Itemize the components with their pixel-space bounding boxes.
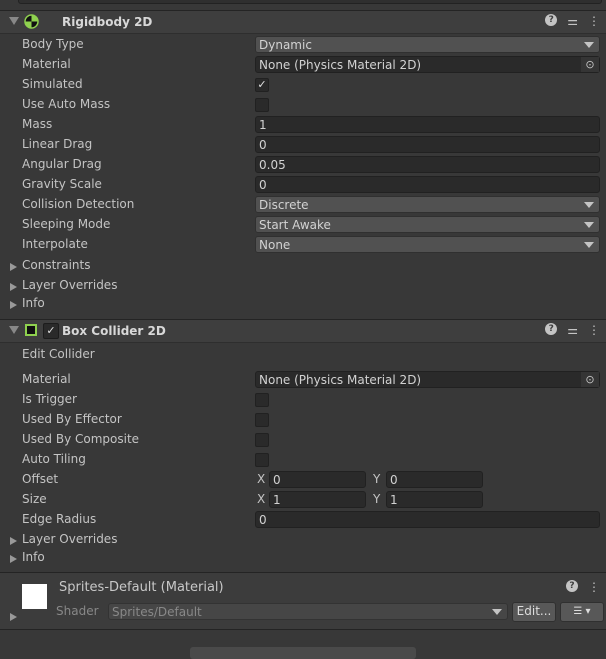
- offset-y-field[interactable]: 0: [386, 471, 483, 488]
- sleeping-mode-dropdown[interactable]: Start Awake: [255, 216, 600, 233]
- more-menu-icon[interactable]: ⋮: [588, 14, 600, 28]
- foldout-arrow-icon[interactable]: [10, 263, 17, 271]
- x-label: X: [257, 492, 266, 506]
- field-value: None (Physics Material 2D): [259, 373, 422, 387]
- field-label: Material: [22, 372, 71, 386]
- presets-icon[interactable]: ⚌: [567, 323, 578, 337]
- field-label: Use Auto Mass: [22, 97, 111, 111]
- edge-radius-field[interactable]: 0: [255, 511, 600, 528]
- field-value: 1: [259, 118, 267, 132]
- linear-drag-field[interactable]: 0: [255, 136, 600, 153]
- collision-detection-dropdown[interactable]: Discrete: [255, 196, 600, 213]
- shader-options-button[interactable]: ☰ ▾: [560, 602, 604, 622]
- boxcollider-header[interactable]: ✓ Box Collider 2D ? ⚌ ⋮: [0, 319, 606, 343]
- foldout-arrow-icon[interactable]: [10, 537, 17, 545]
- material-field[interactable]: None (Physics Material 2D) ⊙: [255, 56, 600, 73]
- edit-shader-button[interactable]: Edit...: [512, 602, 556, 622]
- foldout-arrow-icon[interactable]: [10, 555, 17, 563]
- field-value: Discrete: [259, 198, 309, 212]
- component-title: Rigidbody 2D: [62, 15, 153, 29]
- presets-icon[interactable]: ⚌: [567, 14, 578, 28]
- angular-drag-field[interactable]: 0.05: [255, 156, 600, 173]
- field-label: Angular Drag: [22, 157, 102, 171]
- size-label: Size: [22, 492, 47, 506]
- simulated-checkbox[interactable]: ✓: [255, 78, 269, 92]
- used-by-effector-checkbox[interactable]: [255, 413, 269, 427]
- field-label: Is Trigger: [22, 392, 77, 406]
- edit-collider-button[interactable]: Edit Collider: [22, 347, 95, 361]
- field-label: Material: [22, 57, 71, 71]
- x-label: X: [257, 472, 266, 486]
- edge-radius-label: Edge Radius: [22, 512, 97, 526]
- mass-field[interactable]: 1: [255, 116, 600, 133]
- auto-tiling-checkbox[interactable]: [255, 453, 269, 467]
- body-type-dropdown[interactable]: Dynamic: [255, 36, 600, 53]
- y-label: Y: [373, 492, 381, 506]
- field-label: Sleeping Mode: [22, 217, 111, 231]
- field-label: Gravity Scale: [22, 177, 102, 191]
- add-component-button[interactable]: [190, 647, 416, 659]
- more-menu-icon[interactable]: ⋮: [588, 323, 600, 337]
- enabled-checkbox[interactable]: ✓: [43, 323, 59, 339]
- top-field-remnant: [18, 0, 602, 4]
- object-picker-icon[interactable]: ⊙: [581, 57, 599, 72]
- field-value: Start Awake: [259, 218, 331, 232]
- shader-label: Shader: [56, 604, 99, 618]
- field-value: None (Physics Material 2D): [259, 58, 422, 72]
- material-field[interactable]: None (Physics Material 2D) ⊙: [255, 371, 600, 388]
- gravity-scale-field[interactable]: 0: [255, 176, 600, 193]
- field-label: Simulated: [22, 77, 83, 91]
- rigidbody-header[interactable]: Rigidbody 2D ? ⚌ ⋮: [0, 10, 606, 34]
- field-label: Mass: [22, 117, 53, 131]
- field-label: Linear Drag: [22, 137, 93, 151]
- used-by-composite-checkbox[interactable]: [255, 433, 269, 447]
- collapse-arrow-icon[interactable]: [9, 17, 19, 25]
- foldout-info[interactable]: Info: [22, 550, 45, 564]
- foldout-constraints[interactable]: Constraints: [22, 258, 90, 272]
- field-label: Collision Detection: [22, 197, 135, 211]
- help-icon[interactable]: ?: [545, 14, 558, 26]
- field-value: 0: [259, 178, 267, 192]
- field-label: Auto Tiling: [22, 452, 86, 466]
- material-section: Sprites-Default (Material) ? ⋮ Shader Spr…: [0, 572, 606, 630]
- field-label: Interpolate: [22, 237, 88, 251]
- field-value: Dynamic: [259, 38, 312, 52]
- use-auto-mass-checkbox[interactable]: [255, 98, 269, 112]
- more-menu-icon[interactable]: ⋮: [588, 580, 600, 594]
- foldout-layer-overrides[interactable]: Layer Overrides: [22, 278, 117, 292]
- component-title: Box Collider 2D: [62, 324, 166, 338]
- is-trigger-checkbox[interactable]: [255, 393, 269, 407]
- material-title: Sprites-Default (Material): [59, 580, 224, 595]
- offset-label: Offset: [22, 472, 59, 486]
- field-value: 0: [259, 138, 267, 152]
- foldout-layer-overrides[interactable]: Layer Overrides: [22, 532, 117, 546]
- field-label: Used By Effector: [22, 412, 122, 426]
- field-label: Used By Composite: [22, 432, 140, 446]
- box-collider-icon: [25, 324, 37, 336]
- expand-arrow-icon[interactable]: [10, 613, 17, 621]
- collapse-arrow-icon[interactable]: [9, 326, 19, 334]
- foldout-arrow-icon[interactable]: [10, 283, 17, 291]
- interpolate-dropdown[interactable]: None: [255, 236, 600, 253]
- help-icon[interactable]: ?: [545, 323, 558, 335]
- rigidbody-icon: [24, 14, 39, 29]
- size-y-field[interactable]: 1: [386, 491, 483, 508]
- field-value: None: [259, 238, 291, 252]
- foldout-arrow-icon[interactable]: [10, 301, 17, 309]
- y-label: Y: [373, 472, 381, 486]
- offset-x-field[interactable]: 0: [269, 471, 366, 488]
- field-value: 0.05: [259, 158, 286, 172]
- foldout-info[interactable]: Info: [22, 296, 45, 310]
- object-picker-icon[interactable]: ⊙: [581, 372, 599, 387]
- field-label: Body Type: [22, 37, 84, 51]
- help-icon[interactable]: ?: [566, 580, 578, 592]
- size-x-field[interactable]: 1: [269, 491, 366, 508]
- material-preview: [22, 584, 47, 609]
- shader-dropdown[interactable]: Sprites/Default: [108, 603, 508, 620]
